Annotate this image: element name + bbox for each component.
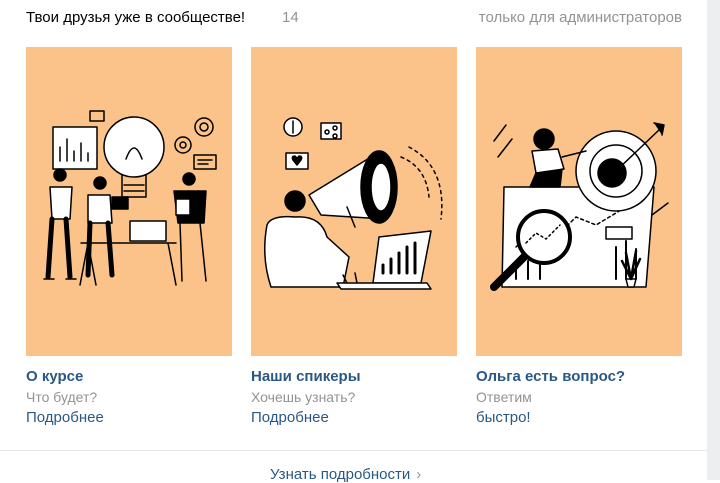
card-more-link[interactable]: Подробнее xyxy=(251,408,457,428)
card-speakers[interactable]: Наши спикеры Хочешь узнать? Подробнее xyxy=(251,47,457,428)
card-subtitle: Хочешь узнать? xyxy=(251,389,356,405)
card-about-course[interactable]: О курсе Что будет? Подробнее xyxy=(26,47,232,428)
card-subtitle: Ответим xyxy=(476,389,532,405)
megaphone-illustration[interactable] xyxy=(251,47,457,356)
card-question[interactable]: Ольга есть вопрос? Ответим быстро! xyxy=(476,47,682,428)
card-title[interactable]: Наши спикеры xyxy=(251,367,457,387)
card-more-link[interactable]: Подробнее xyxy=(26,408,232,428)
card-more-link[interactable]: быстро! xyxy=(476,408,682,428)
card-subtitle: Что будет? xyxy=(26,389,98,405)
learn-more-link[interactable]: Узнать подробности › xyxy=(270,466,421,483)
widget-title: Твои друзья уже в сообществе! xyxy=(26,9,246,26)
card-title[interactable]: О курсе xyxy=(26,367,232,387)
team-ideas-illustration[interactable] xyxy=(26,47,232,356)
admin-only-note: только для администраторов xyxy=(478,9,682,26)
friends-count: 14 xyxy=(282,9,299,26)
card-title[interactable]: Ольга есть вопрос? xyxy=(476,367,682,387)
scrollbar-track[interactable] xyxy=(707,0,720,480)
divider xyxy=(0,450,707,451)
widget-header: Твои друзья уже в сообществе! 14 только … xyxy=(26,9,682,29)
target-analytics-illustration[interactable] xyxy=(476,47,682,356)
chevron-right-icon: › xyxy=(416,466,422,483)
learn-more-label[interactable]: Узнать подробности xyxy=(270,466,410,483)
